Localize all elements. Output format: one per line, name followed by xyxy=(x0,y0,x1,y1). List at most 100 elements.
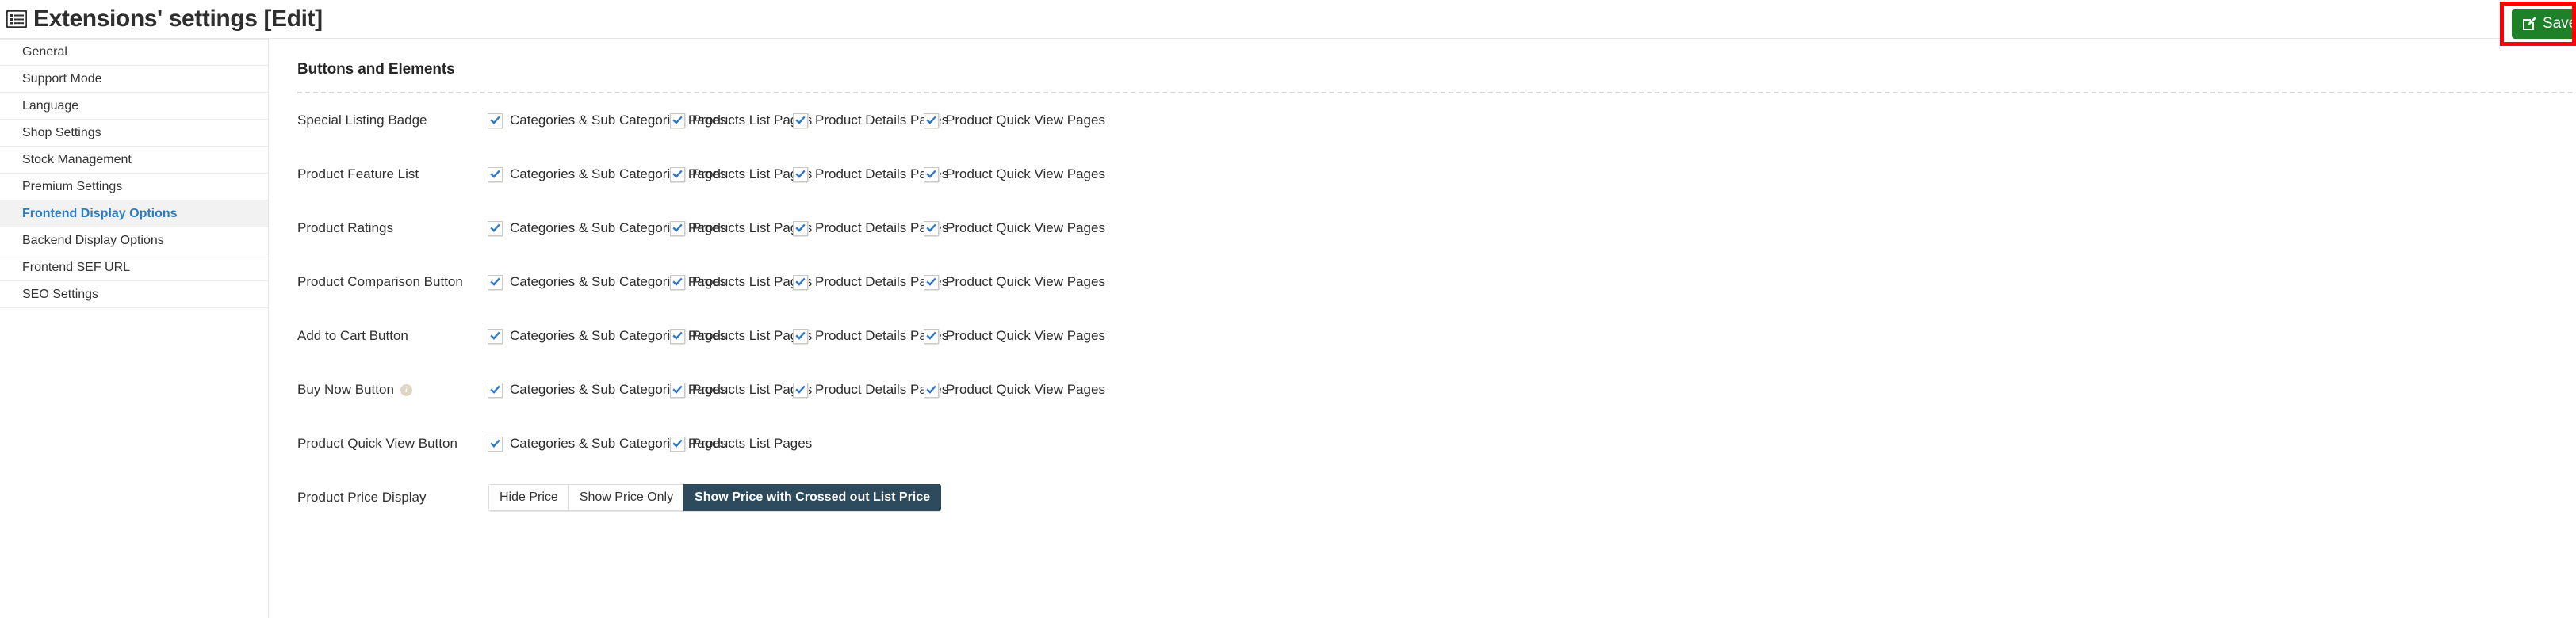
price-display-option-label: Hide Price xyxy=(500,490,558,505)
checkbox-checked[interactable] xyxy=(793,329,808,344)
option-0[interactable]: Categories & Sub Categories Pages xyxy=(488,328,670,344)
option-2[interactable]: Product Details Pages xyxy=(793,274,924,290)
checkbox-checked[interactable] xyxy=(488,383,503,398)
option-3[interactable]: Product Quick View Pages xyxy=(924,220,1082,236)
option-0[interactable]: Categories & Sub Categories Pages xyxy=(488,220,670,236)
checkbox-checked[interactable] xyxy=(924,275,939,290)
checkbox-checked[interactable] xyxy=(670,221,685,236)
sidebar-item-label: Stock Management xyxy=(22,153,132,167)
settings-row-price-display: Product Price Display Hide Price Show Pric… xyxy=(297,471,2576,525)
option-label: Product Quick View Pages xyxy=(946,220,1105,236)
option-3[interactable]: Product Quick View Pages xyxy=(924,166,1082,182)
row-options: Categories & Sub Categories PagesProduct… xyxy=(488,328,2576,344)
option-2[interactable]: Product Details Pages xyxy=(793,220,924,236)
option-0[interactable]: Categories & Sub Categories Pages xyxy=(488,382,670,398)
checkbox-checked[interactable] xyxy=(670,113,685,128)
checkbox-checked[interactable] xyxy=(924,383,939,398)
row-options: Categories & Sub Categories PagesProduct… xyxy=(488,220,2576,236)
checkbox-checked[interactable] xyxy=(793,275,808,290)
sidebar-item-backend-display-options[interactable]: Backend Display Options xyxy=(0,227,268,254)
option-3[interactable]: Product Quick View Pages xyxy=(924,113,1082,128)
checkbox-checked[interactable] xyxy=(793,383,808,398)
settings-row: Product Comparison Button Categories & Su… xyxy=(297,255,2576,309)
settings-sidebar: General Support Mode Language Shop Settings… xyxy=(0,39,269,618)
row-label: Product Quick View Button xyxy=(297,436,488,452)
row-options: Categories & Sub Categories PagesProduct… xyxy=(488,382,2576,398)
checkbox-checked[interactable] xyxy=(488,329,503,344)
sidebar-item-support-mode[interactable]: Support Mode xyxy=(0,66,268,93)
sidebar-item-frontend-display-options[interactable]: Frontend Display Options xyxy=(0,200,268,227)
checkbox-checked[interactable] xyxy=(488,275,503,290)
sidebar-item-label: Backend Display Options xyxy=(22,234,164,248)
option-1[interactable]: Products List Pages xyxy=(670,220,793,236)
checkbox-checked[interactable] xyxy=(488,167,503,182)
row-label-text: Product Ratings xyxy=(297,220,393,236)
option-2[interactable]: Product Details Pages xyxy=(793,166,924,182)
sidebar-item-label: Shop Settings xyxy=(22,126,101,140)
price-display-option-label: Show Price Only xyxy=(580,490,673,505)
option-1[interactable]: Products List Pages xyxy=(670,166,793,182)
sidebar-item-label: Frontend Display Options xyxy=(22,207,178,221)
sidebar-item-label: Premium Settings xyxy=(22,180,122,194)
price-display-option-1[interactable]: Show Price Only xyxy=(568,484,683,511)
price-display-option-label: Show Price with Crossed out List Price xyxy=(695,490,930,505)
info-icon[interactable]: i xyxy=(400,384,412,396)
option-label: Product Quick View Pages xyxy=(946,166,1105,182)
sidebar-item-label: Language xyxy=(22,99,78,113)
row-label: Product Comparison Button xyxy=(297,274,488,290)
checkbox-checked[interactable] xyxy=(670,437,685,452)
checkbox-checked[interactable] xyxy=(793,113,808,128)
option-0[interactable]: Categories & Sub Categories Pages xyxy=(488,274,670,290)
sidebar-item-shop-settings[interactable]: Shop Settings xyxy=(0,120,268,147)
checkbox-checked[interactable] xyxy=(924,167,939,182)
checkbox-checked[interactable] xyxy=(488,437,503,452)
option-2[interactable]: Product Details Pages xyxy=(793,382,924,398)
checkbox-checked[interactable] xyxy=(670,167,685,182)
checkbox-checked[interactable] xyxy=(924,329,939,344)
price-display-option-2[interactable]: Show Price with Crossed out List Price xyxy=(683,484,941,511)
sidebar-item-label: Support Mode xyxy=(22,72,102,86)
option-1[interactable]: Products List Pages xyxy=(670,328,793,344)
option-2[interactable]: Product Details Pages xyxy=(793,328,924,344)
checkbox-checked[interactable] xyxy=(488,113,503,128)
sidebar-item-stock-management[interactable]: Stock Management xyxy=(0,147,268,174)
option-1[interactable]: Products List Pages xyxy=(670,436,793,452)
sidebar-item-language[interactable]: Language xyxy=(0,93,268,120)
option-3[interactable]: Product Quick View Pages xyxy=(924,382,1082,398)
price-display-button-group: Hide Price Show Price Only Show Price with… xyxy=(488,484,941,511)
row-label-text: Product Comparison Button xyxy=(297,274,463,290)
body-wrap: General Support Mode Language Shop Settings… xyxy=(0,38,2576,618)
checkbox-checked[interactable] xyxy=(793,167,808,182)
option-2[interactable]: Product Details Pages xyxy=(793,113,924,128)
row-options: Categories & Sub Categories PagesProduct… xyxy=(488,436,2576,452)
sidebar-item-general[interactable]: General xyxy=(0,39,268,66)
option-1[interactable]: Products List Pages xyxy=(670,113,793,128)
section-title: Buttons and Elements xyxy=(297,61,2576,78)
sidebar-item-frontend-sef-url[interactable]: Frontend SEF URL xyxy=(0,254,268,281)
checkbox-checked[interactable] xyxy=(488,221,503,236)
sidebar-item-seo-settings[interactable]: SEO Settings xyxy=(0,281,268,308)
checkbox-checked[interactable] xyxy=(924,221,939,236)
sidebar-item-label: General xyxy=(22,45,67,59)
sidebar-item-premium-settings[interactable]: Premium Settings xyxy=(0,174,268,200)
page-header: Extensions' settings [Edit] Save xyxy=(0,0,2576,38)
option-3[interactable]: Product Quick View Pages xyxy=(924,274,1082,290)
checkbox-checked[interactable] xyxy=(793,221,808,236)
checkbox-checked[interactable] xyxy=(670,275,685,290)
row-label: Product Ratings xyxy=(297,220,488,236)
price-display-option-0[interactable]: Hide Price xyxy=(488,484,568,511)
option-1[interactable]: Products List Pages xyxy=(670,274,793,290)
checkbox-checked[interactable] xyxy=(670,329,685,344)
save-button[interactable]: Save xyxy=(2512,9,2576,39)
option-3[interactable]: Product Quick View Pages xyxy=(924,328,1082,344)
checkbox-checked[interactable] xyxy=(924,113,939,128)
row-options: Hide Price Show Price Only Show Price with… xyxy=(488,484,2576,511)
option-1[interactable]: Products List Pages xyxy=(670,382,793,398)
checkbox-checked[interactable] xyxy=(670,383,685,398)
option-0[interactable]: Categories & Sub Categories Pages xyxy=(488,113,670,128)
option-0[interactable]: Categories & Sub Categories Pages xyxy=(488,166,670,182)
settings-row: Product Feature ListCategories & Sub Cat… xyxy=(297,147,2576,201)
option-0[interactable]: Categories & Sub Categories Pages xyxy=(488,436,670,452)
page-title: Extensions' settings [Edit] xyxy=(33,7,323,31)
row-label: Product Price Display xyxy=(297,490,488,505)
